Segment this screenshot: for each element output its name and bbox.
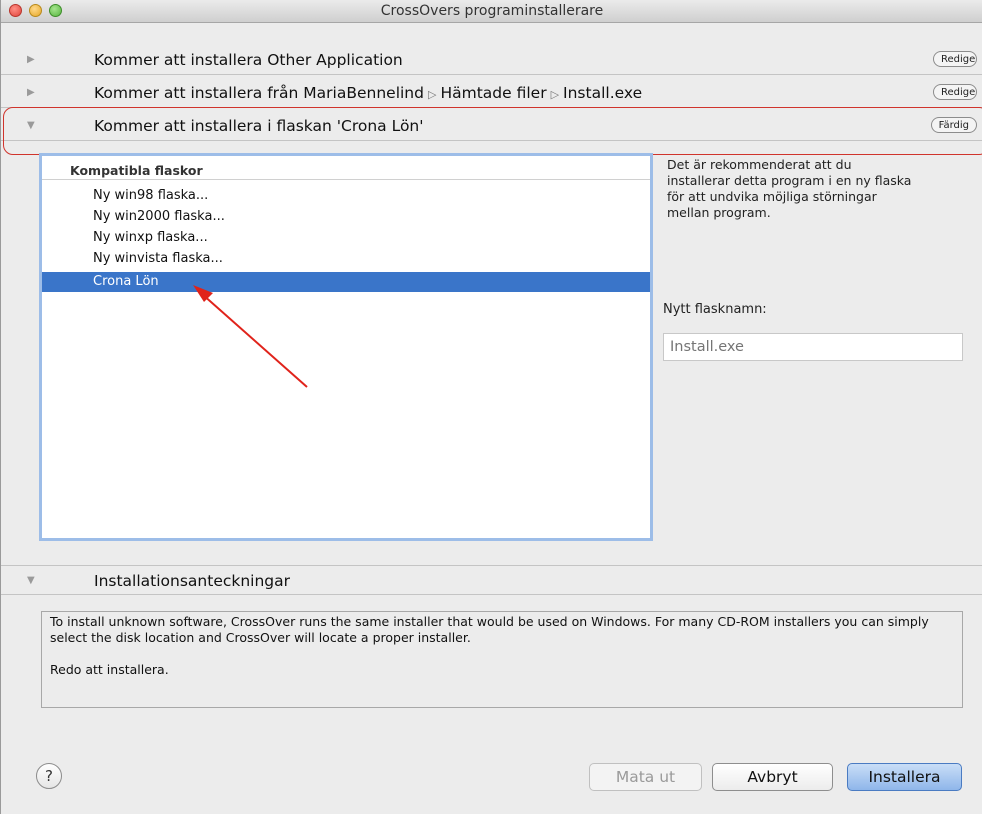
disclosure-down-icon[interactable]: ▼ [27, 575, 35, 586]
section-source[interactable]: ▶ Kommer att installera från MariaBennel… [1, 78, 982, 108]
list-item[interactable]: Ny winxp flaska... [42, 228, 650, 248]
notes-text: To install unknown software, CrossOver r… [50, 614, 929, 645]
section-source-label: Kommer att installera från MariaBennelin… [94, 84, 642, 102]
section-notes-label: Installationsanteckningar [94, 572, 291, 590]
eject-button[interactable]: Mata ut [589, 763, 702, 791]
section-application[interactable]: ▶ Kommer att installera Other Applicatio… [1, 45, 982, 75]
notes-status: Redo att installera. [50, 662, 169, 677]
new-bottle-name-label: Nytt flasknamn: [663, 302, 767, 317]
new-bottle-name-input[interactable] [663, 333, 963, 361]
section-notes[interactable]: ▼ Installationsanteckningar [1, 565, 982, 595]
section-application-label: Kommer att installera Other Application [94, 51, 403, 69]
disclosure-right-icon[interactable]: ▶ [27, 54, 35, 65]
list-item[interactable]: Ny win2000 flaska... [42, 207, 650, 227]
path-segment: Hämtade filer [440, 84, 547, 102]
path-separator-icon: ▷ [550, 88, 560, 101]
install-button[interactable]: Installera [847, 763, 962, 791]
window-title: CrossOvers programinstallerare [380, 3, 604, 19]
path-separator-icon: ▷ [427, 88, 437, 101]
bottle-list-header-label: Kompatibla flaskor [70, 163, 203, 178]
help-button[interactable]: ? [36, 763, 62, 789]
list-item[interactable]: Ny win98 flaska... [42, 186, 650, 206]
edit-application-button[interactable]: Redigera [933, 51, 977, 67]
list-item[interactable]: Ny winvista flaska... [42, 249, 650, 269]
highlight-annotation [3, 107, 982, 155]
path-segment: Install.exe [563, 84, 643, 102]
title-bar: CrossOvers programinstallerare [1, 0, 982, 23]
bottle-list-header: Kompatibla flaskor [42, 156, 650, 180]
recommendation-text: Det är rekommenderat att du installerar … [667, 157, 912, 220]
bottle-list[interactable]: Kompatibla flaskor Ny win98 flaska... Ny… [39, 153, 653, 541]
list-item-selected[interactable]: Crona Lön [42, 272, 650, 292]
cancel-button[interactable]: Avbryt [712, 763, 833, 791]
path-segment: Kommer att installera från MariaBennelin… [94, 84, 424, 102]
installer-window: CrossOvers programinstallerare ▶ Kommer … [0, 0, 982, 814]
edit-source-button[interactable]: Redigera [933, 84, 977, 100]
disclosure-right-icon[interactable]: ▶ [27, 87, 35, 98]
installation-notes: To install unknown software, CrossOver r… [41, 611, 963, 708]
